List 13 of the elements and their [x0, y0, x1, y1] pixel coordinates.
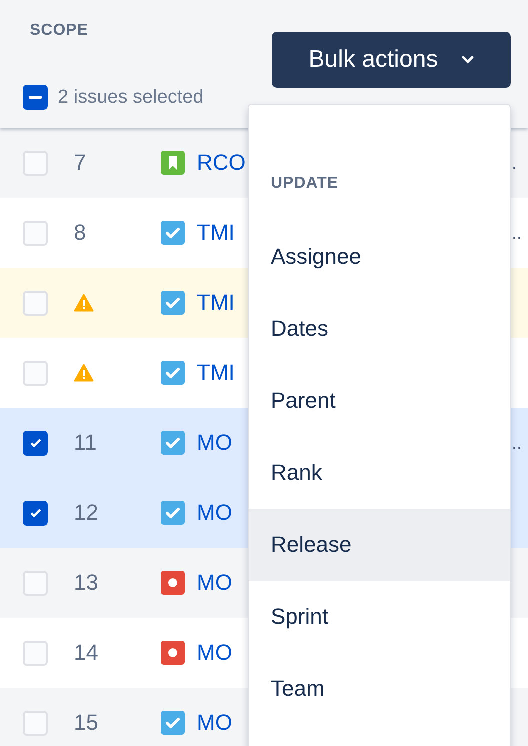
- row-number: 11: [74, 430, 97, 456]
- row-number: 15: [74, 710, 98, 736]
- menu-section-title: UPDATE: [271, 175, 340, 193]
- truncated-text: ..: [512, 432, 522, 454]
- row-number: 14: [74, 640, 98, 666]
- row-number: 8: [74, 220, 86, 246]
- row-number: 12: [74, 500, 98, 526]
- row-number: 7: [74, 150, 86, 176]
- truncated-text: ..: [512, 222, 522, 244]
- truncated-text: .: [512, 152, 518, 174]
- section-title: SCOPE: [30, 22, 90, 40]
- selection-count: 2 issues selected: [58, 86, 204, 108]
- row-number: 13: [74, 570, 98, 596]
